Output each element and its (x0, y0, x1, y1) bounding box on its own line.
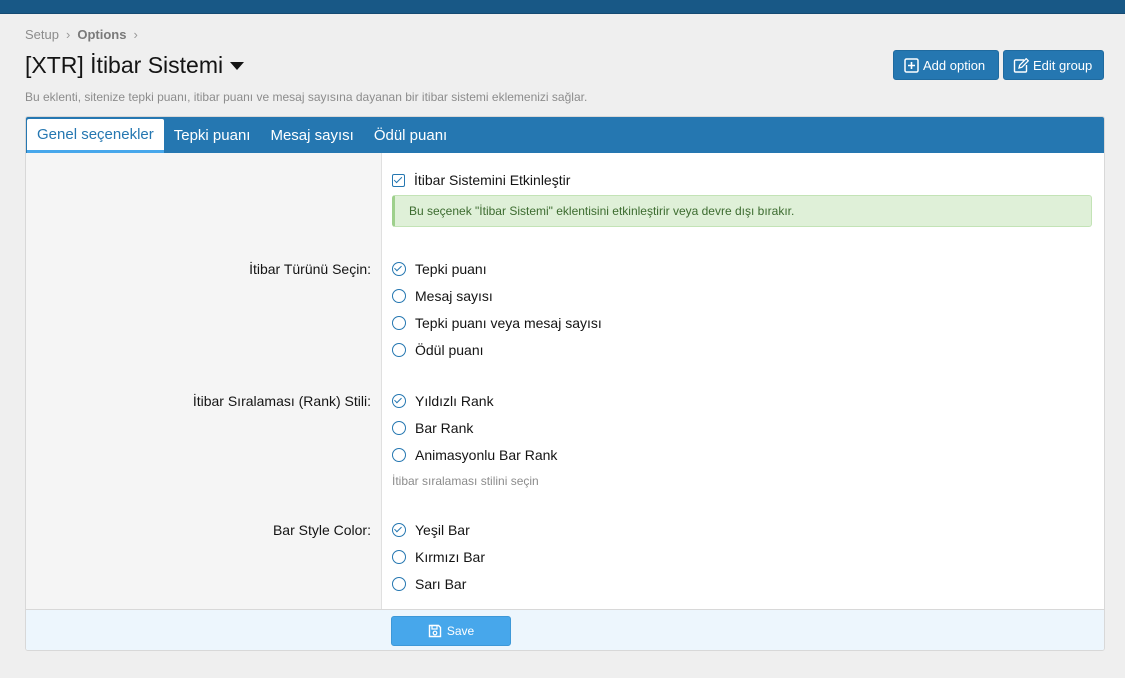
tab-bar: Genel seçenekler Tepki puanı Mesaj sayıs… (26, 117, 1104, 153)
radio-label: Kırmızı Bar (415, 549, 486, 565)
radio-label: Mesaj sayısı (415, 288, 493, 304)
radio-type-reaction-score[interactable]: Tepki puanı (392, 261, 487, 277)
radio-icon[interactable] (392, 289, 406, 303)
enable-reputation-checkbox[interactable]: İtibar Sistemini Etkinleştir (392, 172, 570, 188)
form-body: İtibar Türünü Seçin: İtibar Sıralaması (… (26, 153, 1104, 609)
radio-checked-icon[interactable] (392, 262, 406, 276)
bar-color-label: Bar Style Color: (272, 522, 371, 538)
add-option-label: Add option (923, 57, 986, 73)
page-description: Bu eklenti, sitenize tepki puanı, itibar… (25, 90, 588, 104)
radio-rank-animated-bar[interactable]: Animasyonlu Bar Rank (392, 447, 557, 463)
radio-icon[interactable] (392, 577, 406, 591)
labels-column: İtibar Türünü Seçin: İtibar Sıralaması (… (26, 153, 382, 609)
radio-icon[interactable] (392, 316, 406, 330)
radio-icon[interactable] (392, 421, 406, 435)
chevron-right-icon: › (65, 27, 71, 42)
tab-message-count[interactable]: Mesaj sayısı (260, 117, 363, 153)
form-footer: Save (26, 609, 1104, 650)
radio-label: Bar Rank (415, 420, 474, 436)
radio-label: Yeşil Bar (415, 522, 470, 538)
radio-label: Yıldızlı Rank (415, 393, 494, 409)
radio-checked-icon[interactable] (392, 523, 406, 537)
radio-rank-star[interactable]: Yıldızlı Rank (392, 393, 494, 409)
radio-type-reaction-or-message[interactable]: Tepki puanı veya mesaj sayısı (392, 315, 602, 331)
radio-rank-bar[interactable]: Bar Rank (392, 420, 473, 436)
tab-reaction-score[interactable]: Tepki puanı (164, 117, 261, 153)
caret-down-icon[interactable] (230, 61, 245, 70)
radio-icon[interactable] (392, 550, 406, 564)
title-row: [XTR] İtibar Sistemi (25, 52, 245, 79)
breadcrumb-options[interactable]: Options (77, 27, 126, 42)
options-panel: Genel seçenekler Tepki puanı Mesaj sayıs… (25, 116, 1105, 651)
rank-style-explain: İtibar sıralaması stilini seçin (392, 474, 539, 488)
radio-label: Tepki puanı (415, 261, 487, 277)
edit-icon (1013, 57, 1029, 73)
save-label: Save (446, 624, 475, 638)
rank-style-label: İtibar Sıralaması (Rank) Stili: (192, 393, 371, 409)
add-option-button[interactable]: Add option (893, 50, 999, 80)
save-icon (428, 624, 442, 638)
enable-hint: Bu seçenek "İtibar Sistemi" eklentisini … (392, 195, 1092, 227)
edit-group-label: Edit group (1033, 57, 1093, 73)
tab-trophy-points[interactable]: Ödül puanı (364, 117, 457, 153)
checkbox-checked-icon[interactable] (392, 173, 405, 187)
edit-group-button[interactable]: Edit group (1003, 50, 1104, 80)
tab-general[interactable]: Genel seçenekler (27, 119, 164, 153)
radio-type-trophy-points[interactable]: Ödül puanı (392, 342, 484, 358)
radio-checked-icon[interactable] (392, 394, 406, 408)
radio-label: Sarı Bar (415, 576, 467, 592)
radio-label: Ödül puanı (415, 342, 484, 358)
page-title: [XTR] İtibar Sistemi (25, 52, 224, 78)
save-button[interactable]: Save (391, 616, 511, 646)
breadcrumb-setup[interactable]: Setup (25, 27, 59, 42)
radio-bar-red[interactable]: Kırmızı Bar (392, 549, 485, 565)
radio-bar-green[interactable]: Yeşil Bar (392, 522, 470, 538)
chevron-right-icon: › (133, 27, 138, 42)
top-navigation-bar (0, 0, 1125, 14)
radio-bar-yellow[interactable]: Sarı Bar (392, 576, 466, 592)
reputation-type-label: İtibar Türünü Seçin: (249, 261, 371, 277)
radio-type-message-count[interactable]: Mesaj sayısı (392, 288, 493, 304)
radio-icon[interactable] (392, 343, 406, 357)
radio-label: Animasyonlu Bar Rank (415, 447, 558, 463)
breadcrumb: Setup › Options › (25, 27, 145, 42)
plus-square-icon (904, 57, 919, 73)
radio-icon[interactable] (392, 448, 406, 462)
radio-label: Tepki puanı veya mesaj sayısı (415, 315, 602, 331)
enable-reputation-label: İtibar Sistemini Etkinleştir (414, 172, 571, 188)
